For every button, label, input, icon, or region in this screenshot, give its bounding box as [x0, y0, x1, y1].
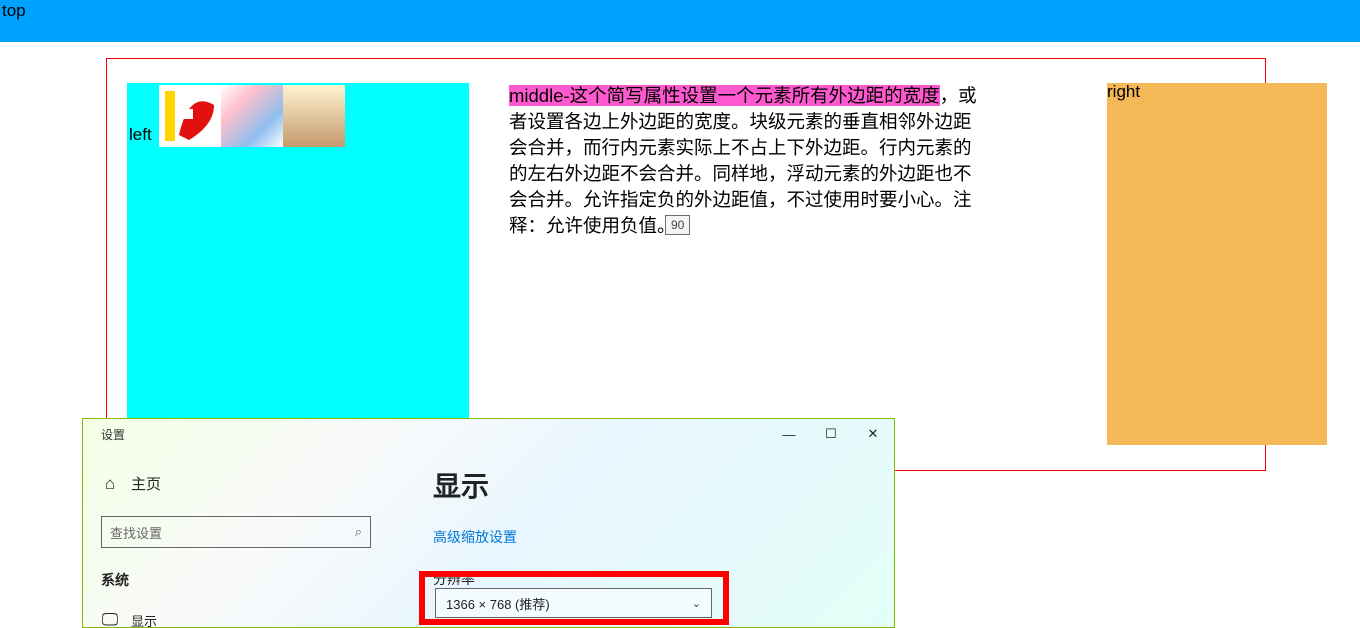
- window-maximize-button[interactable]: ☐: [810, 420, 852, 448]
- window-minimize-button[interactable]: —: [768, 420, 810, 448]
- middle-highlight: middle-这个简写属性设置一个元素所有外边距的宽度: [509, 85, 940, 106]
- search-icon: ⌕: [355, 524, 362, 540]
- chevron-down-icon: ⌄: [692, 597, 701, 610]
- decorative-image-2: [221, 85, 283, 147]
- settings-window-title: 设置: [101, 426, 125, 443]
- middle-column-text: middle-这个简写属性设置一个元素所有外边距的宽度，或者设置各边上外边距的宽…: [509, 83, 977, 239]
- right-column: right: [1107, 83, 1327, 445]
- settings-nav-home[interactable]: ⌂ 主页: [101, 473, 397, 494]
- sidebar-item-display[interactable]: 🖵 显示: [101, 610, 397, 628]
- advanced-scaling-link[interactable]: 高级缩放设置: [433, 527, 517, 547]
- decorative-image-3: [283, 85, 345, 147]
- sidebar-item-display-label: 显示: [131, 611, 157, 628]
- resolution-dropdown-value: 1366 × 768 (推荐): [446, 594, 550, 613]
- settings-titlebar[interactable]: 设置 — ☐ ✕: [83, 419, 894, 449]
- home-icon: ⌂: [101, 474, 119, 494]
- window-close-button[interactable]: ✕: [852, 420, 894, 448]
- settings-category-system[interactable]: 系统: [101, 570, 397, 590]
- home-label: 主页: [131, 473, 161, 494]
- settings-search-placeholder: 查找设置: [110, 523, 162, 542]
- middle-column: middle-这个简写属性设置一个元素所有外边距的宽度，或者设置各边上外边距的宽…: [469, 83, 977, 445]
- left-column-label: left: [129, 125, 152, 145]
- top-bar: top: [0, 0, 1360, 42]
- middle-body: ，或者设置各边上外边距的宽度。块级元素的垂直相邻外边距会合并，而行内元素实际上不…: [509, 85, 977, 236]
- decorative-image-1: [159, 85, 221, 147]
- tooltip-value: 90: [665, 215, 690, 235]
- resolution-dropdown[interactable]: 1366 × 768 (推荐) ⌄: [435, 588, 712, 618]
- settings-search-input[interactable]: 查找设置 ⌕: [101, 516, 371, 548]
- left-column-images: [159, 85, 345, 147]
- layout-demo: left middle-这个简写属性设置一个元素所有外边距的宽度，或者设置各边上…: [106, 58, 1266, 471]
- top-bar-label: top: [2, 1, 26, 20]
- display-icon: 🖵: [101, 610, 119, 628]
- left-column: left: [127, 83, 469, 445]
- settings-sidebar: ⌂ 主页 查找设置 ⌕ 系统 🖵 显示: [83, 465, 397, 628]
- settings-page-heading: 显示: [433, 465, 894, 505]
- right-column-label: right: [1107, 82, 1140, 102]
